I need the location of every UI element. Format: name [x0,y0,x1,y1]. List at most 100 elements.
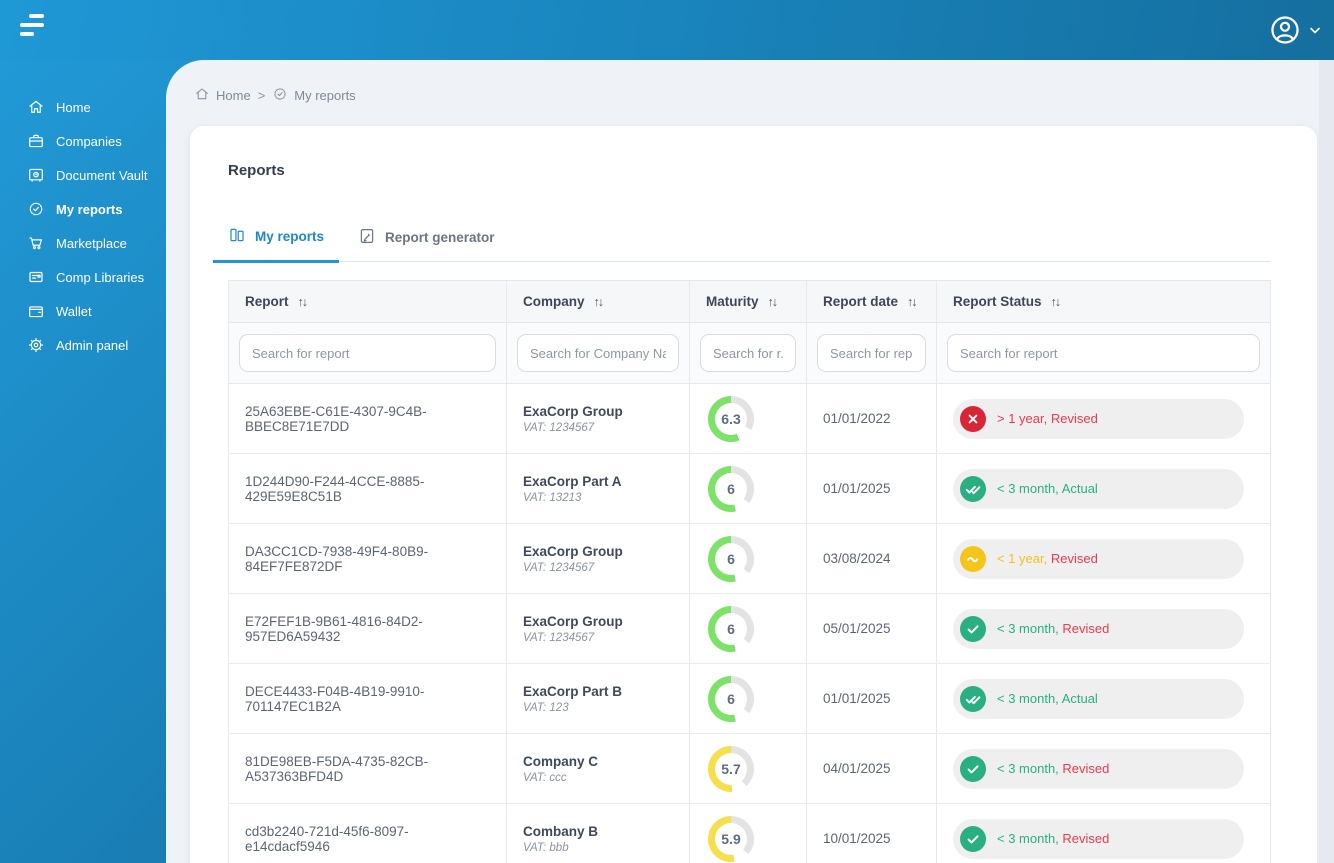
status-badge: > 1 year, Revised [953,398,1244,439]
status-age: < 3 month, [997,621,1063,636]
search-report-input[interactable] [239,334,496,372]
table-row[interactable]: 25A63EBE-C61E-4307-9C4B-BBEC8E71E7DD ExaC… [228,383,1271,454]
breadcrumb-home-label: Home [216,88,251,103]
sort-icon: ↑↓ [907,294,917,309]
double-check-status-icon [960,685,986,712]
sidebar-item-marketplace[interactable]: Marketplace [0,226,166,260]
tab-my-reports-label: My reports [255,229,325,244]
report-date: 01/01/2025 [823,481,891,496]
sidebar-item-comp-libraries[interactable]: Comp Libraries [0,260,166,294]
report-id: 1D244D90-F244-4CCE-8885-429E59E8C51B [245,473,425,504]
user-avatar-icon [1269,14,1301,46]
sidebar: Home Companies Document Vault My reports Mar… [0,60,166,863]
breadcrumb-home[interactable]: Home [194,86,251,105]
sidebar-item-companies[interactable]: Companies [0,124,166,158]
gear-icon [27,336,45,354]
maturity-gauge: 6.3 [708,395,754,442]
tilde-status-icon [960,545,986,572]
report-id: DA3CC1CD-7938-49F4-80B9-84EF7FE872DF [245,543,429,574]
search-report-status-input[interactable] [947,334,1260,372]
column-header-report-date[interactable]: Report date ↑↓ [806,280,937,323]
report-id: E72FEF1B-9B61-4816-84D2-957ED6A59432 [245,613,423,644]
report-date: 01/01/2022 [823,411,891,426]
status-age: < 3 month, [997,761,1063,776]
maturity-value: 5.9 [715,822,747,855]
company-name: Combany B [523,823,599,839]
column-header-maturity[interactable]: Maturity ↑↓ [689,280,807,323]
status-badge: < 3 month, Actual [953,468,1244,509]
table-row[interactable]: DECE4433-F04B-4B19-9910-701147EC1B2A ExaC… [228,663,1271,734]
page-title: Reports [228,162,285,179]
status-state: Revised [1062,621,1110,636]
sidebar-item-my-reports[interactable]: My reports [0,192,166,226]
tab-my-reports[interactable]: My reports [213,226,340,263]
maturity-gauge: 6 [708,465,754,512]
tab-bar: My reports Report generator [213,226,1271,263]
sidebar-item-label: Marketplace [56,235,127,251]
maturity-gauge: 5.9 [708,815,754,862]
status-age: < 3 month, [997,831,1063,846]
sidebar-item-wallet[interactable]: Wallet [0,294,166,328]
status-badge: < 1 year, Revised [953,538,1244,579]
table-row[interactable]: cd3b2240-721d-45f6-8097-e14cdacf5946 Comb… [228,803,1271,863]
table-row[interactable]: E72FEF1B-9B61-4816-84D2-957ED6A59432 ExaC… [228,593,1271,664]
table-row[interactable]: DA3CC1CD-7938-49F4-80B9-84EF7FE872DF ExaC… [228,523,1271,594]
column-header-report[interactable]: Report ↑↓ [228,280,507,323]
maturity-gauge: 6 [708,675,754,722]
sort-icon: ↑↓ [1050,294,1061,309]
search-company-input[interactable] [517,334,679,372]
double-check-status-icon [960,475,986,502]
seal-check-icon [27,200,45,218]
page-scrollbar[interactable] [1319,60,1334,863]
status-state: Revised [1050,411,1098,426]
status-age: > 1 year, [997,411,1051,426]
library-card-icon [27,268,45,286]
report-date: 04/01/2025 [823,761,891,776]
company-name: Company C [523,753,599,769]
x-status-icon [960,405,986,432]
seal-check-icon [272,86,288,105]
column-header-report-status[interactable]: Report Status ↑↓ [936,280,1271,323]
sidebar-item-label: Document Vault [56,167,148,183]
sidebar-item-label: Wallet [56,303,92,319]
table-search-row [228,322,1271,384]
status-state: Revised [1050,551,1098,566]
sidebar-item-admin-panel[interactable]: Admin panel [0,328,166,362]
check-status-icon [960,825,986,852]
table-row[interactable]: 81DE98EB-F5DA-4735-82CB-A537363BFD4D Comp… [228,733,1271,804]
search-report-date-input[interactable] [817,334,926,372]
company-vat: VAT: 1234567 [523,631,595,644]
table-row[interactable]: 1D244D90-F244-4CCE-8885-429E59E8C51B ExaC… [228,453,1271,524]
app-logo[interactable] [20,14,50,44]
sidebar-item-label: Admin panel [56,337,129,353]
status-text: < 3 month, Actual [997,691,1098,706]
maturity-value: 6 [715,472,747,505]
breadcrumb-separator: > [257,88,266,103]
report-id: DECE4433-F04B-4B19-9910-701147EC1B2A [245,683,425,714]
search-maturity-input[interactable] [700,334,796,372]
user-menu-button[interactable] [1269,0,1320,60]
status-age: < 1 year, [997,551,1051,566]
report-date: 03/08/2024 [823,551,891,566]
tab-report-generator[interactable]: Report generator [343,226,510,261]
company-vat: VAT: 1234567 [523,561,595,574]
status-badge: < 3 month, Revised [953,608,1244,649]
home-icon [27,98,45,116]
status-text: < 3 month, Revised [997,761,1109,776]
vault-icon [27,166,45,184]
company-vat: VAT: 13213 [523,491,582,504]
breadcrumb-my-reports[interactable]: My reports [272,86,356,105]
top-bar [0,0,1334,60]
maturity-gauge: 6 [708,605,754,652]
reports-card: Reports My reports Report generator Repo… [190,126,1317,863]
sidebar-item-document-vault[interactable]: Document Vault [0,158,166,192]
sidebar-item-home[interactable]: Home [0,90,166,124]
status-state: Revised [1062,761,1110,776]
wallet-icon [27,302,45,320]
column-header-company[interactable]: Company ↑↓ [506,280,690,323]
sidebar-item-label: Home [56,99,91,115]
sidebar-item-label: Companies [56,133,122,149]
maturity-value: 6.3 [715,402,747,435]
table-body: 25A63EBE-C61E-4307-9C4B-BBEC8E71E7DD ExaC… [228,383,1271,863]
status-age: < 3 month, [997,691,1062,706]
